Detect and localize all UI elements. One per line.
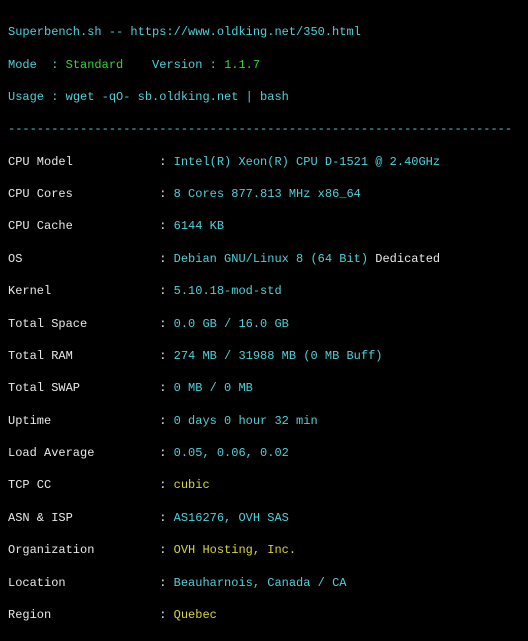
asn-isp-row: ASN & ISP : AS16276, OVH SAS bbox=[8, 510, 520, 526]
total-space-row: Total Space : 0.0 GB / 16.0 GB bbox=[8, 316, 520, 332]
header-mode-version: Mode : Standard Version : 1.1.7 bbox=[8, 57, 520, 73]
cpu-cache-row: CPU Cache : 6144 KB bbox=[8, 218, 520, 234]
title-text: Superbench.sh -- https://www.oldking.net… bbox=[8, 25, 361, 39]
location-row: Location : Beauharnois, Canada / CA bbox=[8, 575, 520, 591]
cpu-cores-row: CPU Cores : 8 Cores 877.813 MHz x86_64 bbox=[8, 186, 520, 202]
load-avg-row: Load Average : 0.05, 0.06, 0.02 bbox=[8, 445, 520, 461]
header-usage: Usage : wget -qO- sb.oldking.net | bash bbox=[8, 89, 520, 105]
os-row: OS : Debian GNU/Linux 8 (64 Bit) Dedicat… bbox=[8, 251, 520, 267]
total-swap-row: Total SWAP : 0 MB / 0 MB bbox=[8, 380, 520, 396]
cpu-model-row: CPU Model : Intel(R) Xeon(R) CPU D-1521 … bbox=[8, 154, 520, 170]
tcp-cc-row: TCP CC : cubic bbox=[8, 477, 520, 493]
org-row: Organization : OVH Hosting, Inc. bbox=[8, 542, 520, 558]
uptime-row: Uptime : 0 days 0 hour 32 min bbox=[8, 413, 520, 429]
region-row: Region : Quebec bbox=[8, 607, 520, 623]
kernel-row: Kernel : 5.10.18-mod-std bbox=[8, 283, 520, 299]
terminal-output: Superbench.sh -- https://www.oldking.net… bbox=[0, 0, 528, 641]
divider: ----------------------------------------… bbox=[8, 121, 520, 137]
header-title: Superbench.sh -- https://www.oldking.net… bbox=[8, 24, 520, 40]
total-ram-row: Total RAM : 274 MB / 31988 MB (0 MB Buff… bbox=[8, 348, 520, 364]
